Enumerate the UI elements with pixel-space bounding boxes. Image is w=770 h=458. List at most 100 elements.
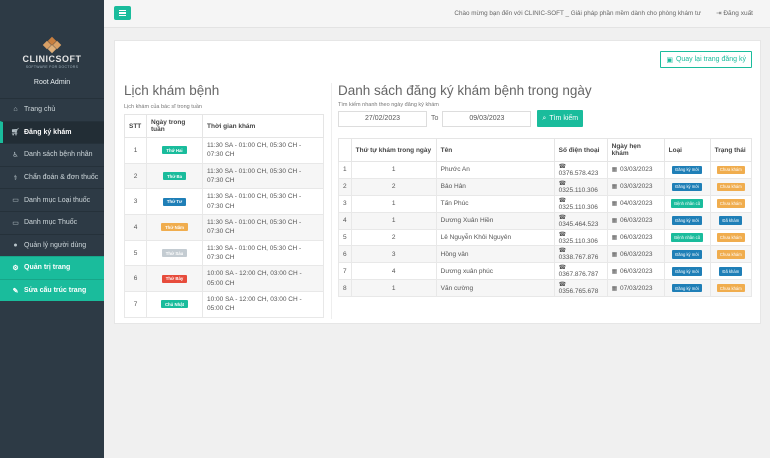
column-header: Trạng thái (709, 138, 753, 162)
sidebar-nav: ⌂ Trang chủ 🛒︎ Đăng ký khám ♿︎ Danh sách bệ… (0, 98, 104, 302)
table-row[interactable]: 3 1 Tấn Phúc ☎ 0325.110.306 ▦ 04/03/2023 Bệnh… (338, 194, 753, 213)
phone-value: 0356.765.678 (558, 288, 599, 296)
schedule-title: Lịch khám bệnh (124, 83, 220, 98)
status-badge: Chưa khám (716, 182, 745, 192)
sidebar-item-label: Sửa cấu trúc trang (24, 287, 87, 295)
type-badge: Đăng ký mới (672, 283, 702, 293)
phone-value: 0325.110.306 (558, 203, 598, 211)
phone-value: 0338.767.876 (558, 254, 599, 262)
date-value: 03/03/2023 (619, 166, 653, 174)
status-cell: Chưa khám (709, 228, 753, 247)
calendar-icon: ▦ (611, 235, 619, 241)
sidebar-item-patients[interactable]: ♿︎ Danh sách bệnh nhân (0, 143, 104, 166)
order-cell: 3 (350, 245, 437, 264)
time-cell: 10:00 SA - 12:00 CH, 03:00 CH - 05:00 CH (202, 291, 324, 318)
phone-cell: ☎ 0325.110.306 (553, 177, 608, 196)
sidebar-item-label: Quản lý người dùng (24, 241, 87, 249)
day-cell: Thứ Sáu (146, 239, 203, 267)
sidebar-item-users[interactable]: ● Quản lý người dùng (0, 233, 104, 257)
order-cell: 4 (350, 262, 437, 281)
stt-cell: 2 (124, 162, 147, 190)
index-cell: 3 (338, 194, 352, 213)
sidebar-item-home[interactable]: ⌂ Trang chủ (0, 98, 104, 121)
schedule-subtitle: Lịch khám của bác sĩ trong tuần (124, 104, 202, 110)
user-name: Root Admin (33, 79, 71, 86)
date-value: 06/03/2023 (619, 267, 653, 275)
phone-cell: ☎ 0345.464.523 (553, 211, 608, 230)
sidebar-item-drugs[interactable]: ▭ Danh mục Thuốc (0, 210, 104, 234)
calendar-icon: ▦ (611, 167, 619, 174)
status-badge: Chưa khám (716, 199, 745, 209)
table-row[interactable]: 6 3 Hồng vân ☎ 0338.767.876 ▦ 06/03/2023 Đăng… (338, 245, 753, 264)
day-badge: Thứ Sáu (161, 249, 188, 258)
column-header: Số điện thoại (553, 138, 608, 162)
sidebar-item-site-admin[interactable]: ⚙ Quản trị trang (0, 256, 104, 279)
search-button-label: Tìm kiếm (549, 115, 579, 122)
order-cell: 1 (350, 211, 437, 230)
date-value: 04/03/2023 (619, 200, 653, 208)
type-cell: Đăng ký mới (663, 177, 711, 196)
date-to-input[interactable]: 09/03/2023 (442, 110, 532, 127)
table-row[interactable]: 4 1 Dương Xuân Hiền ☎ 0345.464.523 ▦ 06/03/2… (338, 211, 753, 230)
day-badge: Chủ Nhật (160, 300, 189, 309)
table-row[interactable]: 5 2 Lê Nguyễn Khôi Nguyên ☎ 0325.110.306 ▦ 0… (338, 228, 753, 247)
type-cell: Đăng ký mới (663, 279, 711, 298)
name-cell: Văn cường (435, 279, 555, 298)
logout-link[interactable]: ⇥ Đăng xuất (716, 9, 753, 17)
stt-cell: 5 (124, 239, 147, 267)
registration-title: Danh sách đăng ký khám bệnh trong ngày (338, 83, 592, 98)
welcome-text: Chào mừng bạn đến với CLINIC-SOFT _ Giải… (454, 10, 701, 17)
logo-subtitle: SOFTWARE FOR DOCTORS (25, 65, 79, 69)
table-row[interactable]: 8 1 Văn cường ☎ 0356.765.678 ▦ 07/03/2023 Đăn… (338, 279, 753, 298)
date-cell: ▦ 06/03/2023 (606, 228, 665, 247)
phone-cell: ☎ 0325.110.306 (553, 194, 608, 213)
time-cell: 11:30 SA - 01:00 CH, 05:30 CH - 07:30 CH (202, 214, 324, 241)
table-row[interactable]: 7 4 Dương xuân phúc ☎ 0367.876.787 ▦ 06/03/2… (338, 262, 753, 281)
user-icon: ● (13, 241, 18, 249)
date-value: 06/03/2023 (619, 234, 653, 241)
status-badge: Đã khám (719, 216, 743, 225)
sidebar-item-edit-structure[interactable]: ✎ Sửa cấu trúc trang (0, 278, 104, 302)
menu-toggle-button[interactable] (114, 6, 131, 20)
status-cell: Chưa khám (709, 194, 753, 213)
index-cell: 7 (338, 262, 352, 281)
column-header: Loại (663, 138, 711, 162)
day-badge: Thứ Ba (162, 172, 187, 181)
table-row[interactable]: 2 2 Bảo Hân ☎ 0325.110.306 ▦ 03/03/2023 Đăng … (338, 177, 753, 196)
sidebar: CLINICSOFT SOFTWARE FOR DOCTORS Root Adm… (0, 0, 104, 458)
name-cell: Phước An (435, 161, 555, 179)
type-badge: Đăng ký mới (672, 216, 702, 225)
type-badge: Đăng ký mới (672, 165, 702, 175)
time-cell: 10:00 SA - 12:00 CH, 03:00 CH - 05:00 CH (202, 265, 324, 293)
sidebar-item-registration[interactable]: 🛒︎ Đăng ký khám (0, 120, 104, 144)
type-badge: Đăng ký mới (672, 266, 702, 276)
sidebar-item-diagnosis[interactable]: ⚕ Chẩn đoán & đơn thuốc (0, 165, 104, 189)
name-cell: Hồng vân (435, 245, 555, 264)
topbar: Chào mừng bạn đến với CLINIC-SOFT _ Giải… (104, 0, 770, 28)
index-cell: 1 (338, 161, 352, 179)
index-cell: 8 (338, 279, 352, 298)
logo-text: CLINICSOFT (22, 54, 82, 64)
table-row: 6 Thứ Bảy 10:00 SA - 12:00 CH, 03:00 CH - … (124, 265, 324, 293)
status-cell: Chưa khám (709, 161, 753, 179)
column-header: STT (124, 114, 147, 138)
column-header: Ngày hẹn khám (606, 138, 665, 162)
sidebar-item-label: Danh sách bệnh nhân (24, 151, 93, 159)
search-button[interactable]: ⌕ Tìm kiếm (537, 110, 584, 127)
column-header: Ngày trong tuần (146, 114, 203, 138)
table-row[interactable]: 1 1 Phước An ☎ 0376.578.423 ▦ 03/03/2023 Đăng… (338, 161, 753, 179)
status-cell: Chưa khám (709, 177, 753, 196)
date-from-input[interactable]: 27/02/2023 (338, 110, 427, 127)
save-icon: ▣ (666, 56, 673, 64)
status-badge: Chưa khám (716, 250, 745, 259)
registration-body: 1 1 Phước An ☎ 0376.578.423 ▦ 03/03/2023 Đăng… (338, 161, 753, 298)
search-icon: ⌕ (542, 114, 547, 122)
back-to-registration-button[interactable]: ▣ Quay lại trang đăng ký (660, 51, 752, 68)
sidebar-item-label: Trang chủ (24, 106, 56, 114)
stt-cell: 4 (124, 214, 147, 241)
phone-value: 0345.464.523 (558, 220, 599, 228)
sidebar-item-drug-categories[interactable]: ▭ Danh mục Loại thuốc (0, 188, 104, 211)
gear-icon: ⚙ (12, 264, 19, 272)
date-value: 07/03/2023 (619, 284, 653, 292)
date-cell: ▦ 04/03/2023 (606, 194, 665, 213)
